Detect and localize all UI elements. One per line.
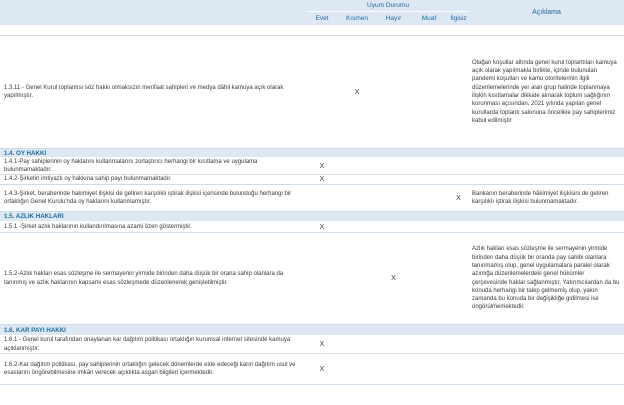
table-row-principle: 1.4.3-Şirket, beraberinde hakimiyet iliş…: [0, 185, 307, 212]
mark-partial: X: [337, 36, 377, 149]
governance-compliance-table: Uyum Durumu Açıklama Evet Kısmen Hayır M…: [0, 0, 624, 405]
table-row-principle: 1.3.11 - Genel Kurul toplantısı söz hakk…: [0, 36, 307, 149]
mark-yes: X: [307, 158, 337, 175]
section-heading-dividend-rights: 1.6. KAR PAYI HAKKI: [0, 325, 624, 336]
row-description: Olağan koşullar altında genel kurul topl…: [469, 36, 624, 149]
mark-empty: [337, 336, 469, 354]
header-col-partial: Kısmen: [337, 12, 377, 26]
mark-empty: [377, 36, 469, 149]
mark-empty: [307, 36, 337, 149]
row-description: Azlık hakları esas sözleşme ile sermayen…: [469, 233, 624, 325]
header-description: Açıklama: [469, 0, 624, 26]
mark-yes: X: [307, 222, 337, 233]
row-description: [469, 175, 624, 185]
mark-empty: [410, 233, 469, 325]
mark-empty: [337, 175, 469, 185]
row-description: [469, 354, 624, 385]
table-row-principle: 1.5.2-Azlık hakları esas sözleşme ile se…: [0, 233, 307, 325]
mark-empty: [337, 158, 469, 175]
header-col-exempt: Muaf: [410, 12, 448, 26]
header-col-yes: Evet: [307, 12, 337, 26]
section-heading-minority-rights: 1.5. AZLIK HAKLARI: [0, 212, 624, 222]
table-row-principle: 1.6.2-Kar dağıtım politikası, pay sahipl…: [0, 354, 307, 385]
mark-empty: [307, 185, 448, 212]
mark-no: X: [377, 233, 410, 325]
table-spacer-row: [0, 26, 624, 36]
table-row-principle: 1.6.1 - Genel kurul tarafından onaylanan…: [0, 336, 307, 354]
mark-irrelevant: X: [448, 185, 469, 212]
mark-yes: X: [307, 175, 337, 185]
table-row-principle: 1.4.2-Şirketin imtiyazlı oy hakkına sahi…: [0, 175, 307, 185]
header-col-irrelevant: İlgisiz: [448, 12, 469, 26]
mark-empty: [337, 354, 469, 385]
row-description: Bankanın beraberinde hâkimiyet ilişkisin…: [469, 185, 624, 212]
section-heading-vote-rights: 1.4. OY HAKKI: [0, 149, 624, 158]
row-description: [469, 336, 624, 354]
row-description: [469, 222, 624, 233]
table-row-principle: 1.5.1 -Şirket azlık haklarının kullandır…: [0, 222, 307, 233]
mark-empty: [307, 233, 377, 325]
row-description: [469, 158, 624, 175]
header-col-no: Hayır: [377, 12, 410, 26]
mark-yes: X: [307, 336, 337, 354]
mark-empty: [337, 222, 469, 233]
header-principle-column: [0, 0, 307, 26]
table-row-principle: 1.4.1-Pay sahiplerinin oy haklarını kull…: [0, 158, 307, 175]
header-compliance-status: Uyum Durumu: [307, 0, 469, 12]
mark-yes: X: [307, 354, 337, 385]
